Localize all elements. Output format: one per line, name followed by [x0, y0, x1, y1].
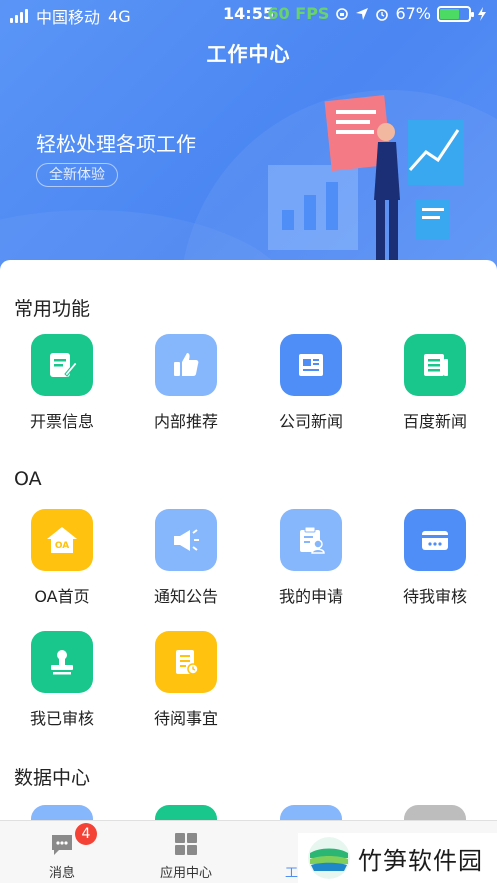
app-invoice-info[interactable]: 开票信息: [0, 334, 124, 432]
news-icon: [280, 334, 342, 396]
app-label: 我的申请: [278, 587, 343, 606]
banner-badge[interactable]: 全新体验: [36, 163, 118, 187]
watermark-text: 竹笋软件园: [358, 846, 483, 875]
chat-bubble-icon: 4: [49, 823, 97, 857]
tab-label: 消息: [48, 866, 75, 881]
battery-icon: [437, 5, 474, 22]
work-illustration: [268, 95, 464, 260]
section-title-common: 常用功能: [14, 298, 91, 320]
page-title: 工作中心: [206, 42, 291, 66]
data-app-tile-2[interactable]: [155, 805, 217, 820]
thumbs-up-icon: [155, 334, 217, 396]
app-internal-referral[interactable]: 内部推荐: [124, 334, 248, 432]
fps-label: 60 FPS: [267, 4, 330, 23]
megaphone-icon: [155, 509, 217, 571]
oa-home-icon: OA: [31, 509, 93, 571]
data-app-tile-1[interactable]: [31, 805, 93, 820]
app-label: 我已审核: [29, 709, 94, 728]
app-label: 待我审核: [402, 587, 467, 606]
data-app-tile-4[interactable]: [404, 805, 466, 820]
svg-text:OA: OA: [55, 541, 69, 551]
app-my-application[interactable]: 我的申请: [249, 509, 373, 607]
alarm-icon: [376, 8, 389, 21]
rotation-lock-icon: [336, 7, 349, 20]
app-baidu-news[interactable]: 百度新闻: [373, 334, 497, 432]
unread-badge: 4: [75, 823, 97, 845]
bamboo-logo-icon: [308, 837, 350, 879]
app-oa-home[interactable]: OA OA首页: [0, 509, 124, 607]
location-icon: [356, 7, 369, 20]
app-pending-review[interactable]: 待我审核: [373, 509, 497, 607]
app-label: OA首页: [34, 587, 90, 606]
app-label: 公司新闻: [278, 412, 343, 431]
app-label: 内部推荐: [153, 412, 218, 431]
clipboard-user-icon: [280, 509, 342, 571]
app-to-read[interactable]: 待阅事宜: [124, 631, 248, 729]
section-title-data: 数据中心: [14, 767, 91, 789]
grid-icon: [173, 831, 199, 857]
invoice-edit-icon: [31, 334, 93, 396]
battery-percent: 67%: [395, 4, 431, 23]
tab-app-center[interactable]: 应用中心: [124, 821, 248, 883]
card-icon: [404, 509, 466, 571]
newspaper-icon: [404, 334, 466, 396]
app-label: 百度新闻: [402, 412, 467, 431]
app-company-news[interactable]: 公司新闻: [249, 334, 373, 432]
data-app-tile-3[interactable]: [280, 805, 342, 820]
app-label: 通知公告: [153, 587, 218, 606]
section-title-oa: OA: [14, 468, 42, 490]
app-label: 开票信息: [29, 412, 94, 431]
stamp-icon: [31, 631, 93, 693]
tab-label: 应用中心: [159, 866, 212, 881]
tab-messages[interactable]: 4 消息: [0, 821, 124, 883]
status-bar: 中国移动 4G 14:55 60 FPS 67%: [0, 0, 497, 28]
charging-icon: [478, 6, 486, 21]
document-clock-icon: [155, 631, 217, 693]
app-notice[interactable]: 通知公告: [124, 509, 248, 607]
app-label: 待阅事宜: [153, 709, 218, 728]
app-reviewed[interactable]: 我已审核: [0, 631, 124, 729]
function-panel: 常用功能 开票信息 内部推荐 公司新闻 百度新闻 OA OA OA首页 通知公告…: [0, 260, 497, 820]
watermark: 竹笋软件园: [298, 833, 497, 883]
banner-title: 轻松处理各项工作: [36, 132, 196, 156]
